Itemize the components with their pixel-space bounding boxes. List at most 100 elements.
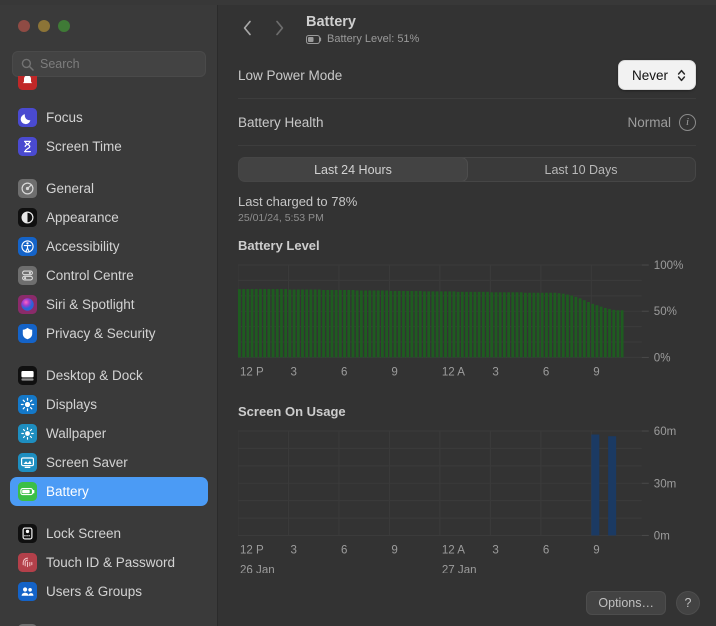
zoom-button[interactable]	[58, 20, 70, 32]
sidebar-item-lock-screen[interactable]: Lock Screen	[10, 519, 208, 548]
sidebar-item-passwords[interactable]: Passwords	[10, 619, 208, 626]
chart-bar	[486, 291, 489, 358]
sidebar-item-control-centre[interactable]: Control Centre	[10, 261, 208, 290]
sidebar-item-wallpaper[interactable]: Wallpaper	[10, 419, 208, 448]
chart-bar	[427, 291, 431, 358]
chart-bar	[402, 290, 405, 358]
chart-bar	[515, 292, 519, 358]
desktop-dock-icon	[18, 366, 37, 385]
chart-bar	[423, 291, 426, 358]
sidebar-item-users-groups[interactable]: Users & Groups	[10, 577, 208, 606]
sidebar-item-label: Desktop & Dock	[46, 368, 143, 383]
battery-level-icon	[306, 34, 322, 44]
wallpaper-icon	[18, 424, 37, 443]
y-tick-label: 100%	[654, 260, 684, 272]
chart-bar	[368, 290, 372, 358]
sidebar-item-privacy-security[interactable]: Privacy & Security	[10, 319, 208, 348]
sidebar-item-accessibility[interactable]: Accessibility	[10, 232, 208, 261]
sidebar-item-displays[interactable]: Displays	[10, 390, 208, 419]
y-tick-label: 50%	[654, 306, 677, 318]
sidebar-item-siri-spotlight[interactable]: Siri & Spotlight	[10, 290, 208, 319]
chart-bar	[460, 291, 464, 358]
tab-last-10-days[interactable]: Last 10 Days	[467, 158, 695, 181]
chart-bar	[271, 289, 275, 358]
general-icon	[18, 179, 37, 198]
chart-bar	[431, 291, 435, 358]
low-power-mode-popup[interactable]: Never	[617, 60, 696, 90]
settings-content: Low Power Mode Never Battery Health Norm…	[218, 52, 716, 573]
sidebar-item-notifications[interactable]	[10, 76, 208, 90]
chart-bar	[532, 292, 536, 358]
screen-usage-chart[interactable]: 60m 30m 0m 12 P 3 6 9 12 A 3 6 9 26 Jan 27 Jan	[238, 425, 696, 573]
low-power-mode-value: Never	[631, 67, 668, 83]
chart-bar	[477, 291, 481, 358]
sidebar-item-label: Accessibility	[46, 239, 120, 254]
users-groups-icon	[18, 582, 37, 601]
chart-bar	[595, 305, 599, 358]
chart-bar	[326, 289, 330, 358]
chart-bar	[578, 298, 582, 358]
sidebar-item-label: Displays	[46, 397, 98, 412]
chart-bar	[439, 291, 443, 358]
chart-bar	[284, 289, 288, 358]
chart-bar	[540, 292, 544, 358]
forward-button[interactable]	[264, 14, 294, 42]
x-tick-label: 3	[290, 544, 296, 556]
sidebar-item-label: Siri & Spotlight	[46, 297, 135, 312]
search-icon	[21, 58, 34, 71]
battery-health-row[interactable]: Battery Health Normal i	[238, 99, 696, 145]
sidebar-item-desktop-dock[interactable]: Desktop & Dock	[10, 361, 208, 390]
chart-bar	[389, 290, 393, 358]
sidebar-item-screen-time[interactable]: Screen Time	[10, 132, 208, 161]
chart-bar	[376, 290, 380, 358]
options-button[interactable]: Options…	[586, 591, 666, 615]
sidebar-item-appearance[interactable]: Appearance	[10, 203, 208, 232]
screen-saver-icon	[18, 453, 37, 472]
x-tick-label: 6	[341, 544, 347, 556]
chart-bar	[347, 289, 351, 358]
main-pane: Battery Battery Level: 51% Low Power Mod…	[218, 0, 716, 626]
lock-screen-icon	[18, 524, 37, 543]
x-tick-label: 6	[341, 367, 347, 379]
chart-bar	[301, 289, 304, 358]
search-input[interactable]	[40, 57, 197, 71]
chart-bar	[364, 290, 367, 358]
sidebar-item-label: Screen Saver	[46, 455, 128, 470]
sidebar-item-general[interactable]: General	[10, 174, 208, 203]
sidebar-item-touch-id-password[interactable]: Touch ID & Password	[10, 548, 208, 577]
chart-bar	[591, 434, 600, 536]
divider-2	[238, 145, 696, 146]
chart-bar	[259, 289, 262, 358]
chart-bar	[612, 309, 616, 358]
page-subtitle: Battery Level: 51%	[306, 33, 419, 45]
sidebar-item-label: Appearance	[46, 210, 119, 225]
chart-bar	[275, 289, 279, 358]
tab-last-24-hours[interactable]: Last 24 Hours	[239, 158, 467, 181]
search-box[interactable]	[12, 51, 206, 77]
info-icon[interactable]: i	[679, 113, 696, 131]
sidebar-item-label: Control Centre	[46, 268, 134, 283]
page-title-block: Battery Battery Level: 51%	[306, 14, 419, 45]
sidebar-item-label: Users & Groups	[46, 584, 143, 599]
help-button[interactable]: ?	[676, 591, 700, 615]
battery-level-chart[interactable]: 100% 50% 0% 12 P 3 6 9 12 A 3 6 9	[238, 259, 696, 390]
back-button[interactable]	[232, 14, 262, 42]
close-button[interactable]	[18, 20, 30, 32]
y-tick-label: 30m	[654, 478, 676, 490]
chart-bar	[582, 300, 586, 358]
chart-bar	[418, 290, 422, 358]
chart-bar	[473, 291, 477, 358]
chart-bar	[338, 289, 342, 358]
x-tick-label: 12 P	[240, 544, 264, 556]
sidebar-item-battery[interactable]: Battery	[10, 477, 208, 506]
sidebar-item-screen-saver[interactable]: Screen Saver	[10, 448, 208, 477]
sidebar-item-focus[interactable]: Focus	[10, 103, 208, 132]
window-traffic-lights	[0, 5, 218, 47]
chart-bar	[553, 292, 557, 358]
chart-bar	[246, 289, 250, 358]
notifications-icon	[18, 76, 37, 90]
sidebar-nav-scroll[interactable]: Focus Screen Time General Appearance Accessi…	[0, 76, 218, 626]
minimize-button[interactable]	[38, 20, 50, 32]
